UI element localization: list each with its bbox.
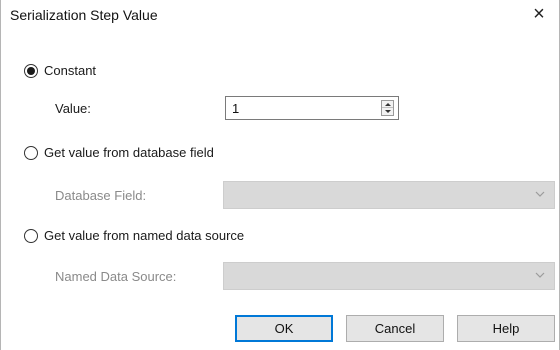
cancel-button[interactable]: Cancel xyxy=(346,315,444,342)
database-field-option-label: Get value from database field xyxy=(44,145,214,160)
value-label: Value: xyxy=(55,101,91,116)
value-field-text[interactable]: 1 xyxy=(232,101,239,116)
value-spin-input[interactable]: 1 xyxy=(225,96,399,120)
named-data-source-label: Named Data Source: xyxy=(55,269,177,284)
radio-selected-dot xyxy=(27,66,35,75)
constant-label: Constant xyxy=(44,63,97,78)
named-data-source-radio[interactable] xyxy=(24,228,38,243)
value-spinner[interactable] xyxy=(381,100,394,116)
constant-radio-option[interactable]: Constant xyxy=(24,63,96,78)
database-field-label: Database Field: xyxy=(55,188,147,203)
serialization-step-value-dialog: Serialization Step Value × Constant Valu… xyxy=(0,0,560,350)
help-button[interactable]: Help xyxy=(457,315,555,342)
chevron-down-icon xyxy=(535,272,545,278)
dialog-title: Serialization Step Value xyxy=(10,7,158,23)
database-field-dropdown xyxy=(223,181,555,209)
close-button[interactable]: × xyxy=(527,3,551,27)
constant-radio[interactable] xyxy=(24,63,38,78)
ok-button[interactable]: OK xyxy=(235,315,333,342)
spin-up-button[interactable] xyxy=(382,101,393,108)
named-data-source-dropdown xyxy=(223,262,555,290)
title-bar: Serialization Step Value × xyxy=(1,0,559,30)
database-field-radio-option[interactable]: Get value from database field xyxy=(24,145,214,160)
chevron-up-icon xyxy=(384,102,391,106)
named-data-source-radio-option[interactable]: Get value from named data source xyxy=(24,228,244,243)
spin-down-button[interactable] xyxy=(382,108,393,115)
database-field-radio[interactable] xyxy=(24,145,38,160)
chevron-down-icon xyxy=(535,191,545,197)
chevron-down-icon xyxy=(384,110,391,113)
named-data-source-option-label: Get value from named data source xyxy=(44,228,245,243)
close-icon: × xyxy=(533,3,545,25)
